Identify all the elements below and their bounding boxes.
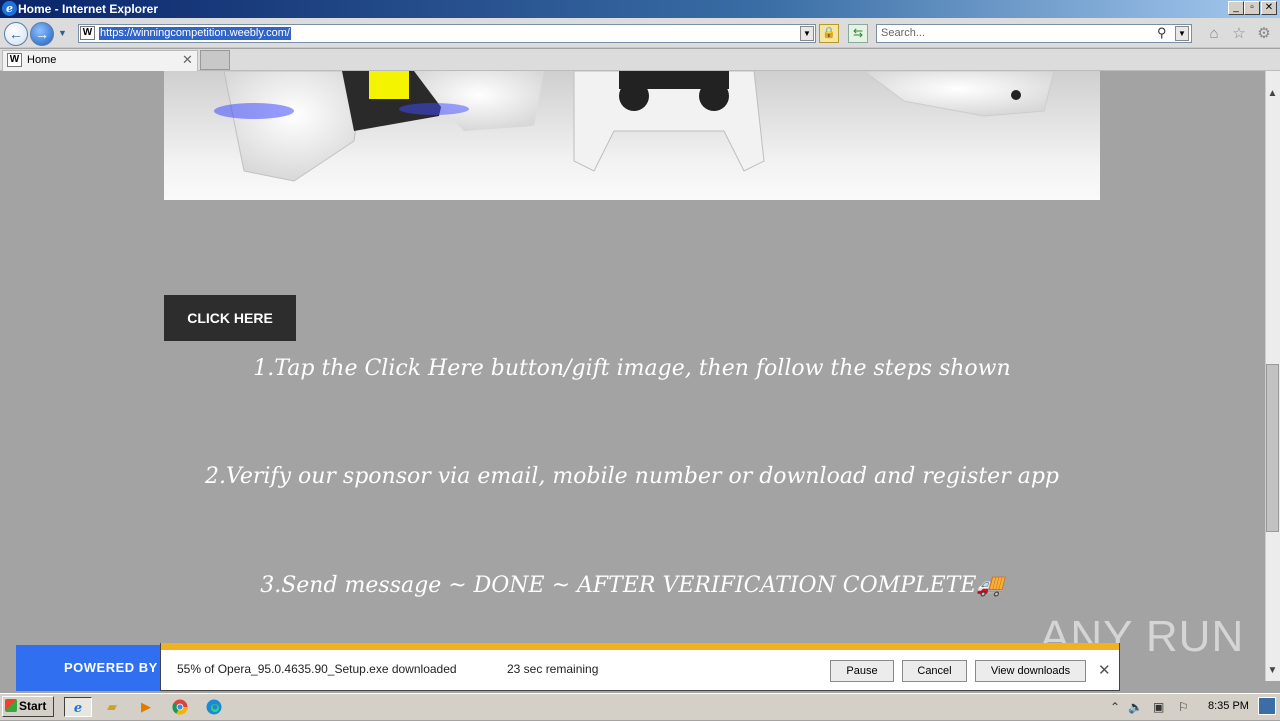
cancel-button[interactable]: Cancel — [902, 660, 967, 682]
back-arrow-icon: ← — [9, 26, 23, 42]
forward-button[interactable]: → — [30, 22, 54, 46]
scrollbar-thumb[interactable] — [1266, 364, 1279, 532]
step-2-text: 2.Verify our sponsor via email, mobile n… — [205, 464, 1059, 489]
start-label: Start — [19, 699, 47, 713]
favorites-star-icon[interactable]: ☆ — [1230, 25, 1248, 43]
step-3-text: 3.Send message ~ DONE ~ AFTER VERIFICATI… — [260, 573, 1004, 598]
windows-flag-icon — [5, 699, 17, 712]
step-1-text: 1.Tap the Click Here button/gift image, … — [253, 356, 1011, 381]
window-title: Home - Internet Explorer — [18, 2, 159, 16]
view-downloads-button[interactable]: View downloads — [975, 660, 1086, 682]
home-icon[interactable]: ⌂ — [1205, 25, 1223, 43]
pause-button[interactable]: Pause — [830, 660, 894, 682]
window-title-bar: Home - Internet Explorer — [0, 0, 1280, 18]
taskbar-ie-icon[interactable]: e — [64, 697, 92, 717]
tray-volume-icon[interactable]: 🔈 — [1128, 700, 1143, 714]
refresh-icon[interactable]: ⇆ — [848, 24, 868, 43]
tab-close-icon[interactable]: ✕ — [182, 52, 193, 68]
settings-gear-icon[interactable]: ⚙ — [1255, 25, 1273, 43]
forward-arrow-icon: → — [35, 26, 49, 42]
address-url[interactable]: https://winningcompetition.weebly.com/ — [99, 27, 291, 40]
search-placeholder: Search... — [881, 27, 926, 39]
taskbar-media-player-icon[interactable]: ▶ — [132, 697, 160, 717]
powered-by-badge[interactable]: POWERED BY — [16, 645, 166, 691]
tab-label[interactable]: Home — [27, 54, 56, 66]
taskbar-edge-icon[interactable] — [200, 697, 228, 717]
show-desktop-icon[interactable] — [1258, 697, 1276, 715]
restore-button[interactable]: ▫ — [1244, 1, 1260, 15]
console-controller-image — [214, 71, 1055, 182]
close-download-bar-icon[interactable]: ✕ — [1098, 661, 1111, 679]
site-favicon-icon: W — [80, 26, 95, 40]
tab-favicon-icon: W — [7, 53, 22, 67]
back-button[interactable]: ← — [4, 22, 28, 46]
taskbar-explorer-folder-icon[interactable]: ▰ — [98, 697, 126, 717]
hero-image[interactable] — [164, 71, 1100, 200]
taskbar-clock[interactable]: 8:35 PM — [1208, 700, 1249, 712]
tray-flag-icon[interactable]: ⚐ — [1178, 700, 1189, 714]
click-here-button[interactable]: CLICK HERE — [164, 295, 296, 341]
recent-pages-dropdown-icon[interactable]: ▼ — [58, 28, 67, 38]
scroll-down-icon[interactable]: ▼ — [1265, 663, 1280, 679]
scroll-up-icon[interactable]: ▲ — [1265, 86, 1280, 102]
internet-explorer-icon: e — [2, 1, 17, 16]
close-window-button[interactable]: ✕ — [1261, 1, 1277, 15]
tray-expand-icon[interactable]: ⌃ — [1110, 700, 1120, 714]
download-progress-bar — [161, 643, 1119, 650]
search-icon[interactable]: ⚲ — [1157, 25, 1167, 41]
minimize-button[interactable]: _ — [1228, 1, 1244, 15]
tray-network-icon[interactable]: ▣ — [1153, 700, 1164, 714]
taskbar-chrome-icon[interactable] — [166, 697, 194, 717]
search-dropdown-icon[interactable]: ▼ — [1175, 26, 1189, 41]
download-status-text: 55% of Opera_95.0.4635.90_Setup.exe down… — [177, 662, 457, 676]
download-time-remaining: 23 sec remaining — [507, 662, 599, 676]
address-dropdown-icon[interactable]: ▼ — [800, 26, 814, 41]
new-tab-button[interactable] — [200, 50, 230, 70]
security-lock-icon[interactable]: 🔒 — [819, 24, 839, 43]
